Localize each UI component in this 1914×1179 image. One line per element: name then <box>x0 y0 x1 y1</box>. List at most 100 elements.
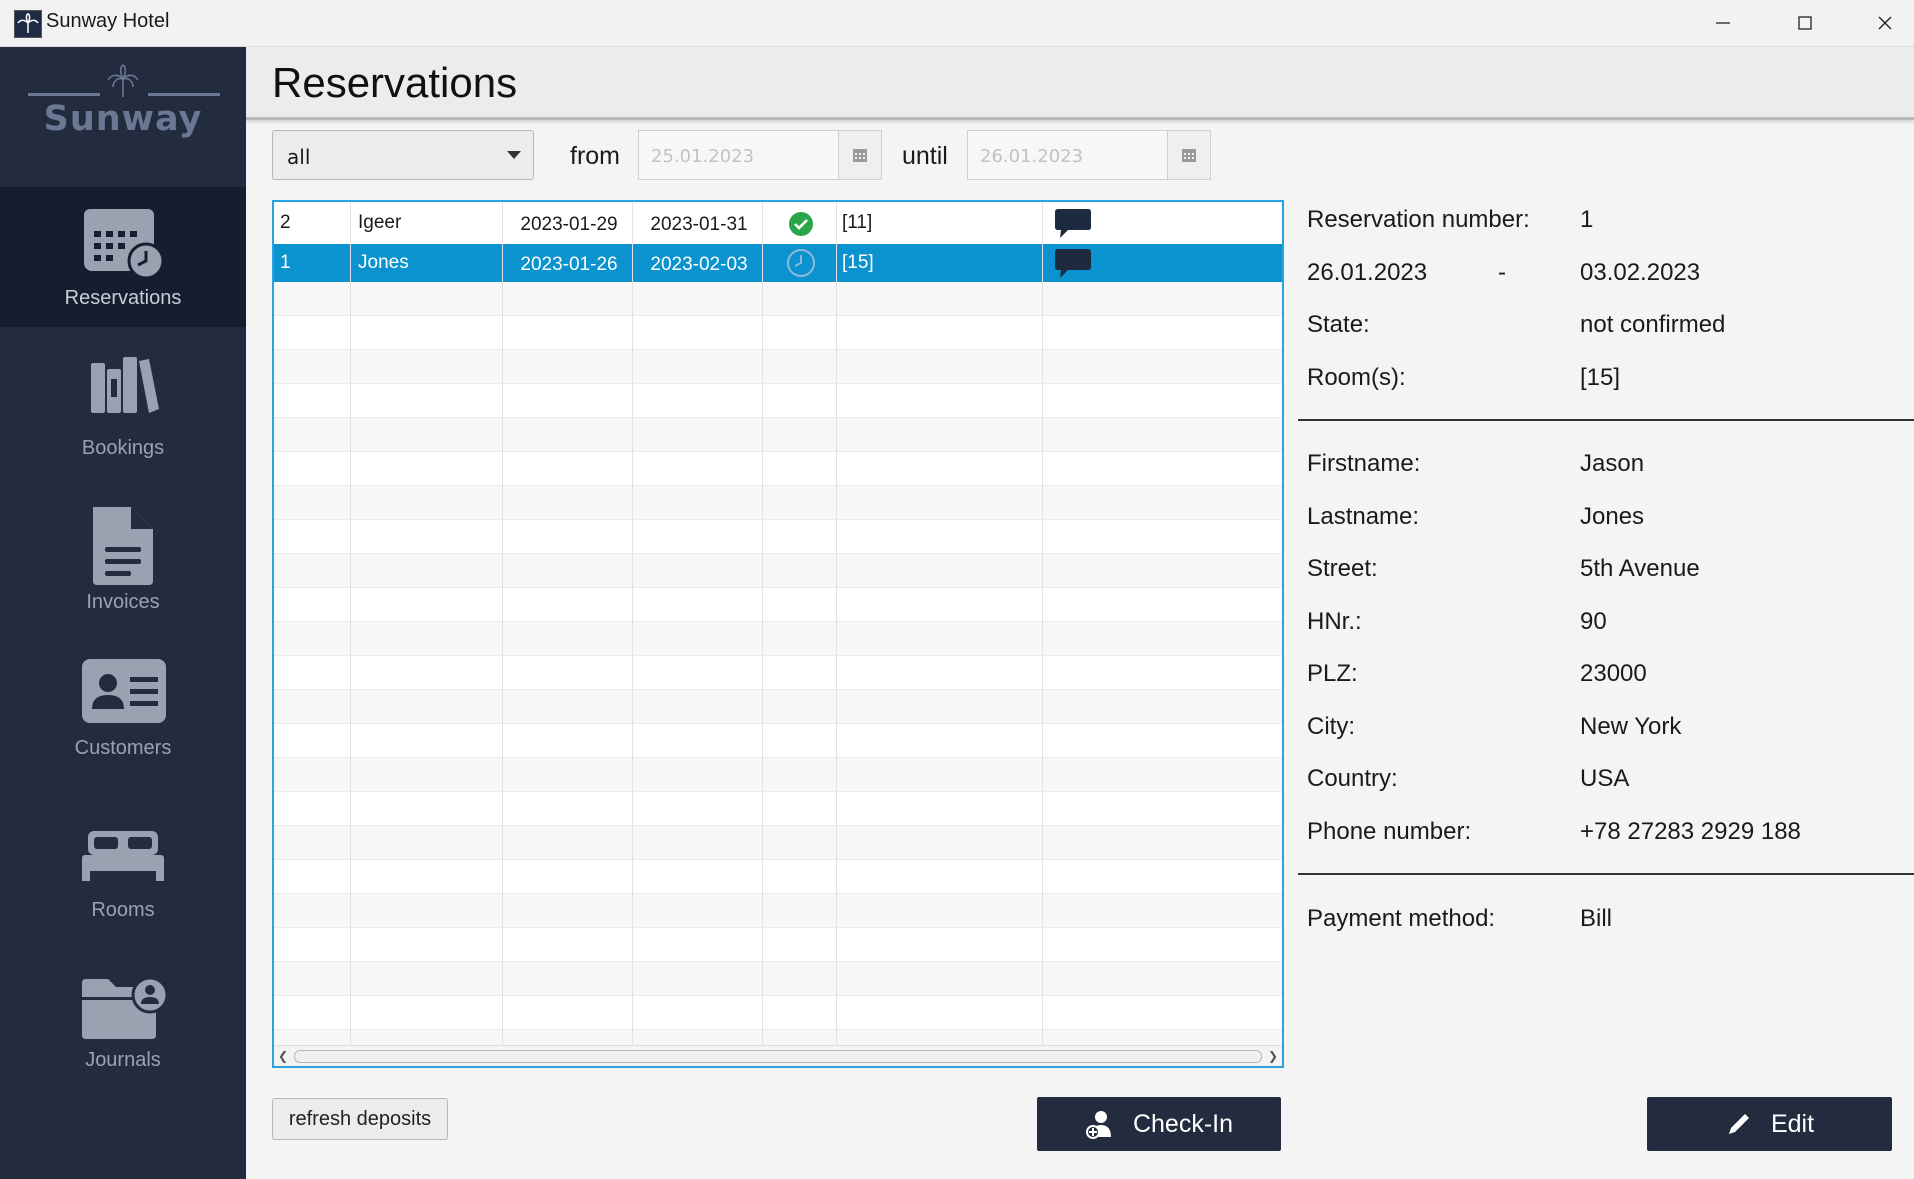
sidebar-item-label: Journals <box>85 1049 161 1071</box>
rooms-label: Room(s): <box>1307 364 1406 391</box>
pencil-icon <box>1728 1114 1749 1134</box>
check-in-button[interactable]: Check-In <box>1037 1097 1281 1151</box>
scroll-right-icon[interactable]: ❯ <box>1268 1049 1278 1063</box>
firstname-value: Jason <box>1580 450 1645 477</box>
table-row[interactable]: 2 Igeer 2023-01-29 2023-01-31 [11] <box>274 202 1282 244</box>
cell-start-date: 2023-01-29 <box>520 214 618 235</box>
sidebar: Sunway Reservations Bookings Invoices Cu… <box>0 47 246 1179</box>
empty-row <box>274 928 1282 962</box>
close-icon <box>1878 16 1892 30</box>
check-in-label: Check-In <box>1132 1109 1234 1138</box>
rooms-value: [15] <box>1580 364 1621 391</box>
bed-icon <box>82 831 164 881</box>
refresh-deposits-button[interactable]: refresh deposits <box>272 1098 448 1140</box>
comment-icon[interactable] <box>1054 207 1092 239</box>
plz-value: 23000 <box>1580 660 1647 687</box>
until-date-field[interactable]: 26.01.2023 <box>967 130 1211 180</box>
palm-icon <box>107 64 139 97</box>
reservation-number-value: 1 <box>1580 206 1594 233</box>
hnr-value: 90 <box>1580 608 1607 635</box>
city-value: New York <box>1580 713 1682 740</box>
sidebar-item-invoices[interactable]: Invoices <box>0 497 246 637</box>
sidebar-item-bookings[interactable]: Bookings <box>0 347 246 487</box>
cell-name: Jones <box>358 252 409 273</box>
state-value: not confirmed <box>1580 311 1726 338</box>
lastname-label: Lastname: <box>1307 503 1420 530</box>
sidebar-item-reservations[interactable]: Reservations <box>0 187 246 327</box>
street-value: 5th Avenue <box>1580 555 1700 582</box>
horizontal-scrollbar[interactable]: ❮ ❯ <box>274 1045 1282 1066</box>
from-date-field[interactable]: 25.01.2023 <box>638 130 882 180</box>
street-label: Street: <box>1307 555 1378 582</box>
date-separator: - <box>1498 259 1506 286</box>
empty-row <box>274 622 1282 656</box>
select-value: all <box>287 145 311 169</box>
app-icon <box>14 10 42 38</box>
empty-row <box>274 316 1282 350</box>
minimize-button[interactable] <box>1688 0 1758 46</box>
page-title: Reservations <box>272 59 518 106</box>
chevron-down-icon <box>507 151 521 159</box>
close-button[interactable] <box>1850 0 1914 46</box>
lastname-value: Jones <box>1580 503 1645 530</box>
empty-row <box>274 520 1282 554</box>
empty-row <box>274 588 1282 622</box>
empty-row <box>274 384 1282 418</box>
table-row[interactable]: 1 Jones 2023-01-26 2023-02-03 [15] <box>274 244 1282 282</box>
sidebar-item-journals[interactable]: Journals <box>0 957 246 1097</box>
state-label: State: <box>1307 311 1370 338</box>
sidebar-item-customers[interactable]: Customers <box>0 647 246 787</box>
date-to-value: 03.02.2023 <box>1580 259 1701 286</box>
payment-label: Payment method: <box>1307 905 1496 932</box>
empty-row <box>274 996 1282 1030</box>
clock-icon <box>787 249 815 277</box>
cell-id: 1 <box>280 252 291 273</box>
check-circle-icon <box>789 212 813 236</box>
date-from-value: 26.01.2023 <box>1307 259 1428 286</box>
cell-start-date: 2023-01-26 <box>520 254 618 275</box>
window-titlebar: Sunway Hotel <box>0 0 1914 47</box>
scroll-thumb[interactable] <box>294 1050 1262 1063</box>
cell-end-date: 2023-01-31 <box>650 214 748 235</box>
empty-row <box>274 418 1282 452</box>
sidebar-item-rooms[interactable]: Rooms <box>0 807 246 947</box>
until-date-value: 26.01.2023 <box>980 146 1084 167</box>
from-label: from <box>570 142 620 170</box>
check-in-icon <box>1085 1111 1111 1139</box>
until-calendar-button[interactable] <box>1167 131 1210 179</box>
cell-end-date: 2023-02-03 <box>650 254 748 275</box>
edit-label: Edit <box>1770 1109 1815 1138</box>
page-header: Reservations <box>246 47 1914 120</box>
phone-label: Phone number: <box>1307 818 1472 845</box>
calendar-clock-icon <box>84 209 165 280</box>
empty-row <box>274 554 1282 588</box>
empty-row <box>274 758 1282 792</box>
phone-value: +78 27283 2929 188 <box>1580 818 1801 845</box>
details-divider <box>1298 419 1914 421</box>
sidebar-item-label: Invoices <box>86 591 160 613</box>
scroll-left-icon[interactable]: ❮ <box>278 1049 288 1063</box>
sidebar-item-label: Rooms <box>91 899 155 921</box>
plz-label: PLZ: <box>1307 660 1358 687</box>
firstname-label: Firstname: <box>1307 450 1421 477</box>
payment-value: Bill <box>1580 905 1613 932</box>
empty-row <box>274 282 1282 316</box>
maximize-button[interactable] <box>1770 0 1840 46</box>
reservation-filter-select[interactable]: all <box>272 130 534 180</box>
empty-row <box>274 452 1282 486</box>
empty-row <box>274 860 1282 894</box>
empty-row <box>274 826 1282 860</box>
books-icon <box>91 357 159 413</box>
comment-icon[interactable] <box>1054 247 1092 279</box>
details-divider <box>1298 873 1914 875</box>
from-calendar-button[interactable] <box>838 131 881 179</box>
country-label: Country: <box>1307 765 1398 792</box>
cell-name: Igeer <box>358 212 402 233</box>
calendar-icon <box>853 149 867 162</box>
edit-button[interactable]: Edit <box>1647 1097 1892 1151</box>
cell-rooms: [15] <box>842 252 874 273</box>
hnr-label: HNr.: <box>1307 608 1362 635</box>
sidebar-item-label: Bookings <box>81 437 165 459</box>
reservations-table[interactable]: 2 Igeer 2023-01-29 2023-01-31 [11] 1 Jon… <box>272 200 1284 1068</box>
reservation-number-label: Reservation number: <box>1307 206 1530 233</box>
